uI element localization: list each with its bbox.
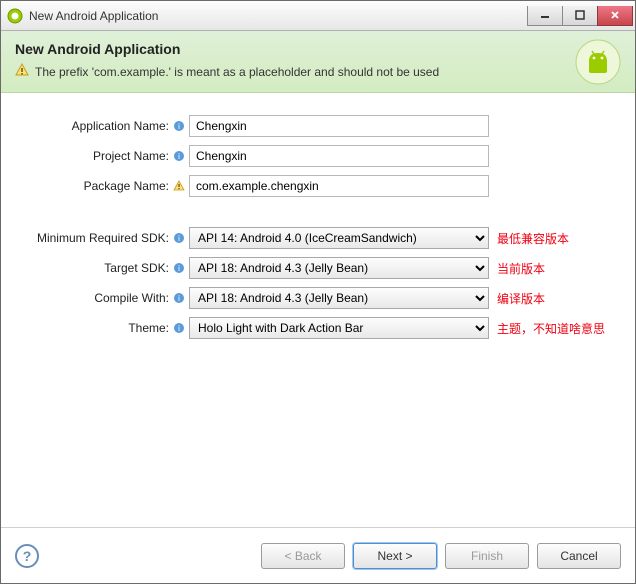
window-buttons [528, 6, 633, 26]
maximize-button[interactable] [562, 6, 598, 26]
annotation-theme: 主题，不知道啥意思 [497, 320, 605, 337]
annotation-compile-with: 编译版本 [497, 290, 545, 307]
label-theme: Theme: [13, 321, 171, 335]
warning-icon[interactable] [173, 180, 185, 192]
svg-text:i: i [178, 324, 180, 333]
window-title: New Android Application [29, 9, 528, 23]
application-name-input[interactable] [189, 115, 489, 137]
compile-with-select[interactable]: API 18: Android 4.3 (Jelly Bean) [189, 287, 489, 309]
form-area: Application Name: i Project Name: i Pack… [1, 93, 635, 527]
android-logo-icon [575, 39, 621, 85]
info-icon[interactable]: i [173, 322, 185, 334]
row-project-name: Project Name: i [13, 141, 623, 171]
label-compile-with: Compile With: [13, 291, 171, 305]
annotation-min-sdk: 最低兼容版本 [497, 230, 569, 247]
close-button[interactable] [597, 6, 633, 26]
info-icon[interactable]: i [173, 232, 185, 244]
svg-text:i: i [178, 122, 180, 131]
warning-message: The prefix 'com.example.' is meant as a … [15, 63, 621, 80]
next-button[interactable]: Next > [353, 543, 437, 569]
row-compile-with: Compile With: i API 18: Android 4.3 (Jel… [13, 283, 623, 313]
row-target-sdk: Target SDK: i API 18: Android 4.3 (Jelly… [13, 253, 623, 283]
warning-icon [15, 63, 29, 80]
minimize-button[interactable] [527, 6, 563, 26]
min-sdk-select[interactable]: API 14: Android 4.0 (IceCreamSandwich) [189, 227, 489, 249]
label-project-name: Project Name: [13, 149, 171, 163]
warning-text: The prefix 'com.example.' is meant as a … [35, 65, 439, 79]
info-icon[interactable]: i [173, 120, 185, 132]
page-title: New Android Application [15, 41, 621, 57]
package-name-input[interactable] [189, 175, 489, 197]
svg-text:i: i [178, 152, 180, 161]
row-min-sdk: Minimum Required SDK: i API 14: Android … [13, 223, 623, 253]
info-icon[interactable]: i [173, 262, 185, 274]
target-sdk-select[interactable]: API 18: Android 4.3 (Jelly Bean) [189, 257, 489, 279]
row-package-name: Package Name: [13, 171, 623, 201]
help-button[interactable]: ? [15, 544, 39, 568]
project-name-input[interactable] [189, 145, 489, 167]
annotation-target-sdk: 当前版本 [497, 260, 545, 277]
theme-select[interactable]: Holo Light with Dark Action Bar [189, 317, 489, 339]
dialog-window: New Android Application New Android Appl… [0, 0, 636, 584]
app-icon [7, 8, 23, 24]
wizard-header: New Android Application The prefix 'com.… [1, 31, 635, 93]
label-app-name: Application Name: [13, 119, 171, 133]
info-icon[interactable]: i [173, 150, 185, 162]
label-target-sdk: Target SDK: [13, 261, 171, 275]
svg-text:i: i [178, 234, 180, 243]
svg-text:i: i [178, 264, 180, 273]
titlebar: New Android Application [1, 1, 635, 31]
label-min-sdk: Minimum Required SDK: [13, 231, 171, 245]
button-bar: ? < Back Next > Finish Cancel [1, 527, 635, 583]
back-button[interactable]: < Back [261, 543, 345, 569]
row-theme: Theme: i Holo Light with Dark Action Bar… [13, 313, 623, 343]
finish-button[interactable]: Finish [445, 543, 529, 569]
row-app-name: Application Name: i [13, 111, 623, 141]
svg-text:i: i [178, 294, 180, 303]
info-icon[interactable]: i [173, 292, 185, 304]
label-package-name: Package Name: [13, 179, 171, 193]
cancel-button[interactable]: Cancel [537, 543, 621, 569]
